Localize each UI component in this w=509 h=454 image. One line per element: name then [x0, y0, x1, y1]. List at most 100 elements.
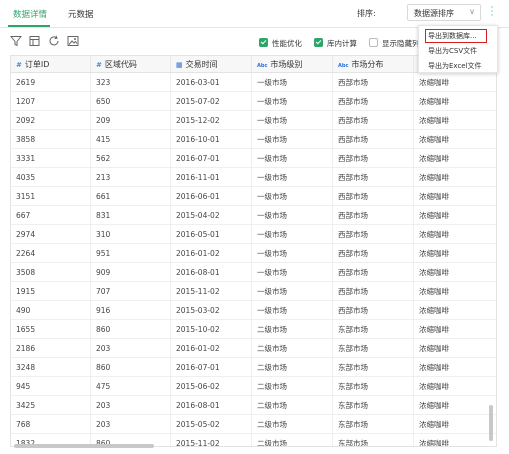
table-cell: 203 — [91, 415, 171, 434]
table-row[interactable]: 1915 707 2015-11-02 一级市场 西部市场 浓缩咖啡 — [11, 282, 496, 301]
table-cell: 475 — [91, 377, 171, 396]
tab-metadata[interactable]: 元数据 — [68, 8, 94, 20]
table-row[interactable]: 2974 310 2016-05-01 一级市场 西部市场 浓缩咖啡 — [11, 225, 496, 244]
column-settings-icon[interactable] — [29, 35, 41, 47]
table-cell: 2016-01-02 — [171, 339, 252, 358]
table-row[interactable]: 768 203 2015-05-02 二级市场 东部市场 浓缩咖啡 — [11, 415, 496, 434]
column-header[interactable]: Abc 市场级别 — [252, 56, 333, 73]
table-cell: 2016-01-02 — [171, 244, 252, 263]
table-cell: 2016-08-01 — [171, 263, 252, 282]
tab-bar: 数据详情 元数据 排序: 数据源排序 ∨ · · · — [0, 0, 509, 28]
table-cell: 2015-05-02 — [171, 415, 252, 434]
table-cell: 西部市场 — [333, 111, 414, 130]
table-cell: 2015-03-02 — [171, 301, 252, 320]
table-cell: 二级市场 — [252, 320, 333, 339]
table-cell: 东部市场 — [333, 358, 414, 377]
table-row[interactable]: 3858 415 2016-10-01 一级市场 西部市场 浓缩咖啡 — [11, 130, 496, 149]
table-row[interactable]: 1655 860 2015-10-02 二级市场 东部市场 浓缩咖啡 — [11, 320, 496, 339]
column-header[interactable]: ▦ 交易时间 — [171, 56, 252, 73]
calendar-icon: ▦ — [176, 61, 183, 69]
export-excel-item[interactable]: 导出为Excel文件 — [419, 59, 499, 73]
table-row[interactable]: 3248 860 2016-07-01 二级市场 东部市场 浓缩咖啡 — [11, 358, 496, 377]
sort-select[interactable]: 数据源排序 ∨ — [407, 4, 481, 21]
table-row[interactable]: 2264 951 2016-01-02 一级市场 西部市场 浓缩咖啡 — [11, 244, 496, 263]
refresh-icon[interactable] — [48, 35, 60, 47]
vertical-scrollbar[interactable] — [489, 405, 493, 441]
table-cell: 415 — [91, 130, 171, 149]
table-cell: 浓缩咖啡 — [419, 211, 449, 220]
table-cell: 浓缩咖啡 — [419, 192, 449, 201]
table-row[interactable]: 2092 209 2015-12-02 一级市场 西部市场 浓缩咖啡 — [11, 111, 496, 130]
table-cell: 浓缩咖啡 — [419, 306, 449, 315]
table-row[interactable]: 2619 323 2016-03-01 一级市场 西部市场 浓缩咖啡 — [11, 73, 496, 92]
image-icon[interactable] — [67, 35, 79, 47]
table-row[interactable]: 3425 203 2016-08-01 二级市场 东部市场 浓缩咖啡 — [11, 396, 496, 415]
checkbox-checked-icon — [314, 38, 323, 47]
table-cell: 310 — [91, 225, 171, 244]
table-cell: 浓缩咖啡 — [419, 363, 449, 372]
table-cell: 916 — [91, 301, 171, 320]
table-row[interactable]: 2186 203 2016-01-02 二级市场 东部市场 浓缩咖啡 — [11, 339, 496, 358]
column-header[interactable]: # 区域代码 — [91, 56, 171, 73]
table-cell: 2015-11-02 — [171, 282, 252, 301]
table-cell: 860 — [91, 320, 171, 339]
performance-optimization-checkbox[interactable]: 性能优化 — [259, 38, 302, 49]
table-cell: 2016-11-01 — [171, 168, 252, 187]
show-hidden-columns-checkbox[interactable]: 显示隐藏列 — [369, 38, 420, 49]
chevron-down-icon: ∨ — [469, 7, 475, 16]
table-row[interactable]: 945 475 2015-06-02 二级市场 东部市场 浓缩咖啡 — [11, 377, 496, 396]
table-cell: 二级市场 — [252, 339, 333, 358]
tab-data-details[interactable]: 数据详情 — [13, 8, 47, 20]
table-cell: 2092 — [11, 111, 91, 130]
table-cell: 1655 — [11, 320, 91, 339]
table-cell: 西部市场 — [333, 168, 414, 187]
table-cell: 3331 — [11, 149, 91, 168]
export-csv-item[interactable]: 导出为CSV文件 — [419, 44, 499, 58]
table-cell: 浓缩咖啡 — [419, 439, 449, 447]
sort-select-value: 数据源排序 — [414, 9, 454, 18]
table-cell: 二级市场 — [252, 377, 333, 396]
table-cell: 一级市场 — [252, 187, 333, 206]
table-cell: 东部市场 — [333, 396, 414, 415]
table-cell: 一级市场 — [252, 111, 333, 130]
table-cell: 3508 — [11, 263, 91, 282]
table-row[interactable]: 3151 661 2016-06-01 一级市场 西部市场 浓缩咖啡 — [11, 187, 496, 206]
table-cell: 2264 — [11, 244, 91, 263]
table-cell: 东部市场 — [333, 339, 414, 358]
table-cell: 一级市场 — [252, 206, 333, 225]
horizontal-scrollbar[interactable] — [14, 444, 154, 448]
table-cell: 一级市场 — [252, 244, 333, 263]
number-type-icon: # — [96, 61, 102, 69]
sort-label: 排序: — [357, 9, 376, 18]
column-header[interactable]: # 订单ID — [11, 56, 91, 73]
table-row[interactable]: 3331 562 2016-07-01 一级市场 西部市场 浓缩咖啡 — [11, 149, 496, 168]
table-cell: 一级市场 — [252, 225, 333, 244]
table-cell: 浓缩咖啡 — [419, 230, 449, 239]
checkbox-label: 库内计算 — [327, 39, 357, 48]
table-cell: 2016-07-01 — [171, 358, 252, 377]
table-cell: 2015-10-02 — [171, 320, 252, 339]
table-row[interactable]: 1207 650 2015-07-02 一级市场 西部市场 浓缩咖啡 — [11, 92, 496, 111]
export-to-database-item[interactable]: 导出到数据库... — [425, 29, 487, 43]
table-cell: 浓缩咖啡 — [419, 249, 449, 258]
table-cell: 209 — [91, 111, 171, 130]
in-database-compute-checkbox[interactable]: 库内计算 — [314, 38, 357, 49]
text-type-icon: Abc — [257, 63, 268, 69]
table-cell: 2016-10-01 — [171, 130, 252, 149]
table-cell: 3151 — [11, 187, 91, 206]
table-row[interactable]: 4035 213 2016-11-01 一级市场 西部市场 浓缩咖啡 — [11, 168, 496, 187]
table-cell: 2015-06-02 — [171, 377, 252, 396]
more-options-icon[interactable]: · · · — [489, 4, 495, 21]
table-cell: 西部市场 — [333, 149, 414, 168]
filter-icon[interactable] — [10, 35, 22, 47]
table-cell: 二级市场 — [252, 358, 333, 377]
table-cell: 西部市场 — [333, 206, 414, 225]
table-row[interactable]: 667 831 2015-04-02 一级市场 西部市场 浓缩咖啡 — [11, 206, 496, 225]
table-cell: 东部市场 — [333, 415, 414, 434]
column-header[interactable]: Abc 市场分布 — [333, 56, 414, 73]
table-row[interactable]: 490 916 2015-03-02 一级市场 西部市场 浓缩咖啡 — [11, 301, 496, 320]
table-row[interactable]: 3508 909 2016-08-01 一级市场 西部市场 浓缩咖啡 — [11, 263, 496, 282]
checkbox-label: 显示隐藏列 — [382, 39, 420, 48]
table-cell: 一级市场 — [252, 301, 333, 320]
table-cell: 浓缩咖啡 — [419, 78, 449, 87]
